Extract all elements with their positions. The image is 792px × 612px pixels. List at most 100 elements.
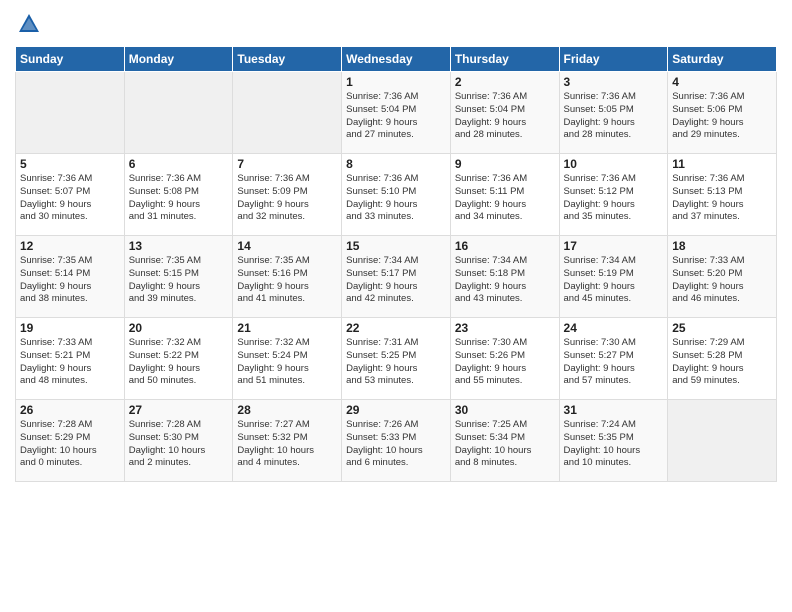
day-number: 20	[129, 321, 229, 335]
day-number: 22	[346, 321, 446, 335]
day-cell: 13Sunrise: 7:35 AM Sunset: 5:15 PM Dayli…	[124, 236, 233, 318]
day-info: Sunrise: 7:33 AM Sunset: 5:20 PM Dayligh…	[672, 255, 772, 306]
header	[15, 10, 777, 38]
day-number: 1	[346, 75, 446, 89]
day-cell: 27Sunrise: 7:28 AM Sunset: 5:30 PM Dayli…	[124, 400, 233, 482]
day-number: 2	[455, 75, 555, 89]
day-info: Sunrise: 7:35 AM Sunset: 5:14 PM Dayligh…	[20, 255, 120, 306]
day-cell: 2 Sunrise: 7:36 AM Sunset: 5:04 PM Daylig…	[450, 72, 559, 154]
day-cell: 4Sunrise: 7:36 AM Sunset: 5:06 PM Daylig…	[668, 72, 777, 154]
day-cell: 30 Sunrise: 7:25 AM Sunset: 5:34 PM Dayli…	[450, 400, 559, 482]
day-cell: 6 Sunrise: 7:36 AM Sunset: 5:08 PM Daylig…	[124, 154, 233, 236]
day-info: Sunrise: 7:36 AM Sunset: 5:10 PM Dayligh…	[346, 173, 446, 224]
day-info: Sunrise: 7:26 AM Sunset: 5:33 PM Dayligh…	[346, 419, 446, 470]
day-cell: 5 Sunrise: 7:36 AM Sunset: 5:07 PM Daylig…	[16, 154, 125, 236]
day-info: Sunrise: 7:29 AM Sunset: 5:28 PM Dayligh…	[672, 337, 772, 388]
day-cell	[16, 72, 125, 154]
day-number: 31	[564, 403, 664, 417]
week-row-1: 5 Sunrise: 7:36 AM Sunset: 5:07 PM Daylig…	[16, 154, 777, 236]
day-info: Sunrise: 7:36 AM Sunset: 5:12 PM Dayligh…	[564, 173, 664, 224]
page: SundayMondayTuesdayWednesdayThursdayFrid…	[0, 0, 792, 612]
day-cell: 31 Sunrise: 7:24 AM Sunset: 5:35 PM Dayli…	[559, 400, 668, 482]
day-info: Sunrise: 7:35 AM Sunset: 5:15 PM Dayligh…	[129, 255, 229, 306]
day-cell: 15 Sunrise: 7:34 AM Sunset: 5:17 PM Dayli…	[342, 236, 451, 318]
day-cell: 14Sunrise: 7:35 AM Sunset: 5:16 PM Dayli…	[233, 236, 342, 318]
day-cell: 18 Sunrise: 7:33 AM Sunset: 5:20 PM Dayli…	[668, 236, 777, 318]
day-number: 19	[20, 321, 120, 335]
col-header-thursday: Thursday	[450, 47, 559, 72]
day-cell: 21Sunrise: 7:32 AM Sunset: 5:24 PM Dayli…	[233, 318, 342, 400]
day-number: 21	[237, 321, 337, 335]
day-info: Sunrise: 7:36 AM Sunset: 5:13 PM Dayligh…	[672, 173, 772, 224]
day-cell	[233, 72, 342, 154]
day-number: 17	[564, 239, 664, 253]
week-row-3: 19Sunrise: 7:33 AM Sunset: 5:21 PM Dayli…	[16, 318, 777, 400]
logo	[15, 10, 47, 38]
day-info: Sunrise: 7:28 AM Sunset: 5:29 PM Dayligh…	[20, 419, 120, 470]
day-number: 6	[129, 157, 229, 171]
day-cell: 28Sunrise: 7:27 AM Sunset: 5:32 PM Dayli…	[233, 400, 342, 482]
day-number: 7	[237, 157, 337, 171]
day-number: 9	[455, 157, 555, 171]
day-info: Sunrise: 7:36 AM Sunset: 5:08 PM Dayligh…	[129, 173, 229, 224]
day-number: 3	[564, 75, 664, 89]
header-row: SundayMondayTuesdayWednesdayThursdayFrid…	[16, 47, 777, 72]
day-info: Sunrise: 7:36 AM Sunset: 5:11 PM Dayligh…	[455, 173, 555, 224]
day-info: Sunrise: 7:24 AM Sunset: 5:35 PM Dayligh…	[564, 419, 664, 470]
logo-icon	[15, 10, 43, 38]
day-cell: 11Sunrise: 7:36 AM Sunset: 5:13 PM Dayli…	[668, 154, 777, 236]
day-number: 16	[455, 239, 555, 253]
day-number: 18	[672, 239, 772, 253]
day-number: 4	[672, 75, 772, 89]
day-info: Sunrise: 7:32 AM Sunset: 5:22 PM Dayligh…	[129, 337, 229, 388]
day-number: 5	[20, 157, 120, 171]
col-header-saturday: Saturday	[668, 47, 777, 72]
day-number: 24	[564, 321, 664, 335]
day-cell: 1Sunrise: 7:36 AM Sunset: 5:04 PM Daylig…	[342, 72, 451, 154]
day-cell	[124, 72, 233, 154]
day-cell: 10 Sunrise: 7:36 AM Sunset: 5:12 PM Dayli…	[559, 154, 668, 236]
day-number: 25	[672, 321, 772, 335]
col-header-monday: Monday	[124, 47, 233, 72]
day-info: Sunrise: 7:36 AM Sunset: 5:05 PM Dayligh…	[564, 91, 664, 142]
day-cell: 20 Sunrise: 7:32 AM Sunset: 5:22 PM Dayli…	[124, 318, 233, 400]
day-info: Sunrise: 7:34 AM Sunset: 5:18 PM Dayligh…	[455, 255, 555, 306]
day-cell: 29 Sunrise: 7:26 AM Sunset: 5:33 PM Dayli…	[342, 400, 451, 482]
day-cell: 26 Sunrise: 7:28 AM Sunset: 5:29 PM Dayli…	[16, 400, 125, 482]
day-info: Sunrise: 7:30 AM Sunset: 5:27 PM Dayligh…	[564, 337, 664, 388]
day-number: 29	[346, 403, 446, 417]
day-cell: 16 Sunrise: 7:34 AM Sunset: 5:18 PM Dayli…	[450, 236, 559, 318]
day-number: 14	[237, 239, 337, 253]
day-cell: 7 Sunrise: 7:36 AM Sunset: 5:09 PM Daylig…	[233, 154, 342, 236]
day-info: Sunrise: 7:31 AM Sunset: 5:25 PM Dayligh…	[346, 337, 446, 388]
calendar: SundayMondayTuesdayWednesdayThursdayFrid…	[15, 46, 777, 482]
day-info: Sunrise: 7:34 AM Sunset: 5:17 PM Dayligh…	[346, 255, 446, 306]
day-number: 10	[564, 157, 664, 171]
day-info: Sunrise: 7:30 AM Sunset: 5:26 PM Dayligh…	[455, 337, 555, 388]
day-cell: 3 Sunrise: 7:36 AM Sunset: 5:05 PM Daylig…	[559, 72, 668, 154]
day-cell: 23Sunrise: 7:30 AM Sunset: 5:26 PM Dayli…	[450, 318, 559, 400]
day-cell: 19Sunrise: 7:33 AM Sunset: 5:21 PM Dayli…	[16, 318, 125, 400]
day-cell: 9 Sunrise: 7:36 AM Sunset: 5:11 PM Daylig…	[450, 154, 559, 236]
day-info: Sunrise: 7:36 AM Sunset: 5:04 PM Dayligh…	[455, 91, 555, 142]
col-header-wednesday: Wednesday	[342, 47, 451, 72]
day-info: Sunrise: 7:36 AM Sunset: 5:07 PM Dayligh…	[20, 173, 120, 224]
day-cell: 8Sunrise: 7:36 AM Sunset: 5:10 PM Daylig…	[342, 154, 451, 236]
day-info: Sunrise: 7:28 AM Sunset: 5:30 PM Dayligh…	[129, 419, 229, 470]
week-row-4: 26 Sunrise: 7:28 AM Sunset: 5:29 PM Dayli…	[16, 400, 777, 482]
day-info: Sunrise: 7:25 AM Sunset: 5:34 PM Dayligh…	[455, 419, 555, 470]
day-number: 15	[346, 239, 446, 253]
day-info: Sunrise: 7:36 AM Sunset: 5:09 PM Dayligh…	[237, 173, 337, 224]
day-cell: 25 Sunrise: 7:29 AM Sunset: 5:28 PM Dayli…	[668, 318, 777, 400]
col-header-friday: Friday	[559, 47, 668, 72]
day-cell: 12Sunrise: 7:35 AM Sunset: 5:14 PM Dayli…	[16, 236, 125, 318]
day-cell: 17Sunrise: 7:34 AM Sunset: 5:19 PM Dayli…	[559, 236, 668, 318]
day-cell	[668, 400, 777, 482]
day-number: 26	[20, 403, 120, 417]
day-cell: 22 Sunrise: 7:31 AM Sunset: 5:25 PM Dayli…	[342, 318, 451, 400]
week-row-2: 12Sunrise: 7:35 AM Sunset: 5:14 PM Dayli…	[16, 236, 777, 318]
week-row-0: 1 Sunrise: 7:36 AM Sunset: 5:04 PM Daylig…	[16, 72, 777, 154]
day-number: 30	[455, 403, 555, 417]
col-header-tuesday: Tuesday	[233, 47, 342, 72]
col-header-sunday: Sunday	[16, 47, 125, 72]
